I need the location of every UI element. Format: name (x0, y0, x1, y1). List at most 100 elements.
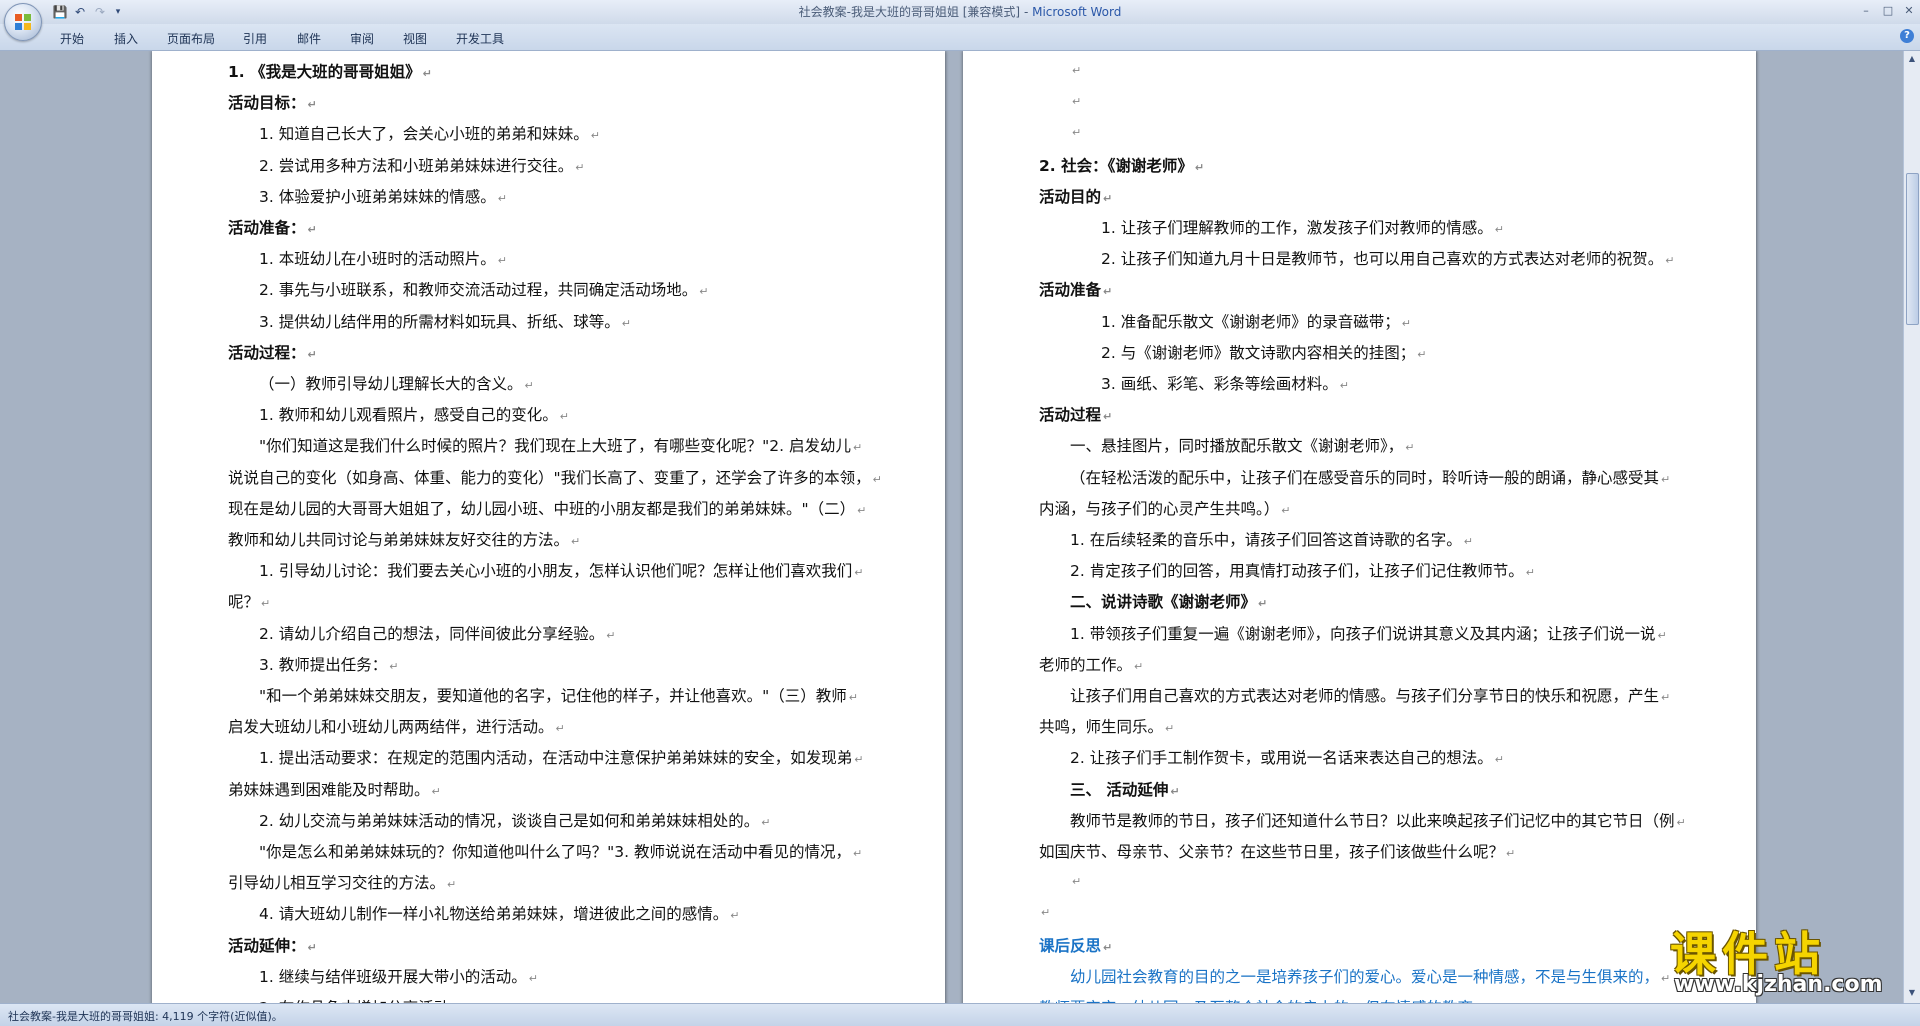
paragraph-mark-icon: ↵ (1194, 160, 1205, 174)
document-line: 1. 引导幼儿讨论：我们要去关心小班的小朋友，怎样认识他们呢？怎样让他们喜欢我们… (259, 559, 863, 581)
close-button[interactable]: ✕ (1899, 2, 1919, 20)
document-line: 活动准备 ↵ (1039, 278, 1112, 300)
line-text: 一、悬挂图片，同时播放配乐散文《谢谢老师》， (1070, 437, 1404, 456)
document-line: 4. 请大班幼儿制作一样小礼物送给弟弟妹妹，增进彼此之间的感情。 ↵ (259, 902, 739, 924)
document-line: 教师和幼儿共同讨论与弟弟妹妹友好交往的方法。 ↵ (228, 528, 580, 550)
document-line: 现在是幼儿园的大哥哥大姐姐了，幼儿园小班、中班的小朋友都是我们的弟弟妹妹。"（二… (228, 497, 866, 519)
line-text: "和一个弟弟妹妹交朋友，要知道他的名字，记住他的样子，并让他喜欢。"（三）教师 (259, 687, 847, 705)
document-line: 说说自己的变化（如身高、体重、能力的变化）"我们长高了、变重了，还学会了许多的本… (228, 466, 882, 488)
line-text: 活动过程 (1039, 406, 1102, 425)
line-text: 3. 画纸、彩笔、彩条等绘画材料。 (1101, 375, 1338, 393)
paragraph-mark-icon: ↵ (307, 347, 317, 361)
ribbon-tabs: 开始 插入 页面布局 引用 邮件 审阅 视图 开发工具 ? (0, 24, 1920, 51)
line-text: （在轻松活泼的配乐中，让孩子们在感受音乐的同时，聆听诗一般的朗诵，静心感受其 (1070, 468, 1660, 487)
line-text: 1. 提出活动要求：在规定的范围内活动，在活动中注意保护弟弟妹妹的安全，如发现弟 (259, 749, 853, 768)
document-line: 1. 让孩子们理解教师的工作，激发孩子们对教师的情感。 ↵ (1101, 216, 1504, 238)
scroll-up-arrow-icon[interactable]: ▲ (1906, 53, 1918, 65)
document-line: 2. 让孩子们知道九月十日是教师节，也可以用自己喜欢的方式表达对老师的祝贺。 ↵ (1101, 247, 1674, 269)
line-text: "你们知道这是我们什么时候的照片？我们现在上大班了，有哪些变化呢？"2. 启发幼… (259, 437, 851, 456)
document-line: 1. 本班幼儿在小班时的活动照片。 ↵ (259, 247, 507, 269)
line-text: 让孩子们用自己喜欢的方式表达对老师的情感。与孩子们分享节日的快乐和祝愿，产生 (1070, 687, 1660, 705)
document-line: 2. 尝试用多种方法和小班弟弟妹妹进行交往。 ↵ (259, 154, 584, 176)
document-line: 2. 肯定孩子们的回答，用真情打动孩子们，让孩子们记住教师节。 ↵ (1070, 559, 1535, 581)
paragraph-mark-icon: ↵ (1405, 441, 1415, 455)
line-text: 2. 肯定孩子们的回答，用真情打动孩子们，让孩子们记住教师节。 (1070, 562, 1524, 581)
tab-page-layout[interactable]: 页面布局 (167, 30, 215, 47)
line-text: 4. 请大班幼儿制作一样小礼物送给弟弟妹妹，增进彼此之间的感情。 (259, 905, 729, 924)
document-line: 1. 准备配乐散文《谢谢老师》的录音磁带； ↵ (1101, 310, 1411, 332)
vertical-scrollbar[interactable]: ▲ ▼ (1903, 51, 1920, 1003)
line-text: 活动目标： (228, 94, 306, 113)
document-line: 引导幼儿相互学习交往的方法。 ↵ (228, 871, 456, 893)
paragraph-mark-icon: ↵ (1525, 566, 1535, 580)
paragraph-mark-icon: ↵ (497, 254, 507, 268)
paragraph-mark-icon: ↵ (1103, 940, 1113, 954)
paragraph-mark-icon: ↵ (872, 472, 882, 486)
document-line: ↵ (1039, 902, 1050, 920)
document-line: 弟妹妹遇到困难能及时帮助。 ↵ (228, 778, 441, 800)
maximize-button[interactable]: □ (1878, 2, 1898, 20)
paragraph-mark-icon: ↵ (606, 628, 616, 642)
tab-view[interactable]: 视图 (403, 30, 427, 47)
document-page-1[interactable]: 1. 《我是大班的哥哥姐姐》 ↵ 活动目标： ↵ 1. 知道自己长大了，会关心小班的弟弟… (152, 51, 945, 1003)
document-line: （在轻松活泼的配乐中，让孩子们在感受音乐的同时，聆听诗一般的朗诵，静心感受其 ↵ (1070, 466, 1670, 488)
paragraph-mark-icon: ↵ (307, 223, 317, 236)
document-line: 内涵，与孩子们的心灵产生共鸣。） ↵ (1039, 497, 1290, 519)
tab-mailings[interactable]: 邮件 (297, 30, 321, 47)
line-text: 现在是幼儿园的大哥哥大姐姐了，幼儿园小班、中班的小朋友都是我们的弟弟妹妹。"（二… (228, 499, 856, 518)
line-text: 1. 教师和幼儿观看照片，感受自己的变化。 (259, 406, 558, 425)
office-button[interactable] (4, 3, 42, 41)
help-icon[interactable]: ? (1900, 29, 1914, 43)
paragraph-mark-icon: ↵ (1463, 535, 1473, 548)
tab-review[interactable]: 审阅 (350, 30, 374, 47)
paragraph-mark-icon: ↵ (422, 67, 432, 80)
document-line: 启发大班幼儿和小班幼儿两两结伴，进行活动。 ↵ (228, 715, 565, 737)
document-line: ↵ (1070, 60, 1081, 78)
document-line: 呢？ ↵ (228, 590, 270, 612)
paragraph-mark-icon: ↵ (447, 878, 457, 892)
line-text: 2. 社会：《谢谢老师》 (1039, 156, 1193, 175)
line-text: 弟妹妹遇到困难能及时帮助。 (228, 780, 430, 799)
line-text: 2. 与《谢谢老师》散文诗歌内容相关的挂图； (1101, 343, 1416, 362)
document-line: 3. 提供幼儿结伴用的所需材料如玩具、折纸、球等。 ↵ (259, 310, 631, 332)
paragraph-mark-icon: ↵ (1661, 472, 1671, 486)
scrollbar-thumb[interactable] (1906, 173, 1919, 325)
document-line: 共鸣，师生同乐。 ↵ (1039, 715, 1174, 737)
tab-developer[interactable]: 开发工具 (456, 30, 504, 47)
document-line: 1. 带领孩子们重复一遍《谢谢老师》，向孩子们说讲其意义及其内涵；让孩子们说一说… (1070, 622, 1667, 644)
paragraph-mark-icon: ↵ (1657, 628, 1667, 642)
line-text: 1. 带领孩子们重复一遍《谢谢老师》，向孩子们说讲其意义及其内涵；让孩子们说一说 (1070, 624, 1656, 643)
paragraph-mark-icon: ↵ (1072, 875, 1082, 889)
paragraph-mark-icon: ↵ (1417, 347, 1427, 361)
document-title: 社会教案-我是大班的哥哥姐姐 [兼容模式] (798, 5, 1021, 19)
line-text: 3. 体验爱护小班弟弟妹妹的情感。 (259, 187, 496, 206)
paragraph-mark-icon: ↵ (1072, 64, 1082, 77)
paragraph-mark-icon: ↵ (1134, 659, 1144, 673)
document-line: 活动准备： ↵ (228, 216, 317, 238)
line-text: 活动准备 (1039, 281, 1102, 300)
title-separator: - (1020, 5, 1033, 19)
paragraph-mark-icon: ↵ (389, 659, 399, 673)
line-text: 3. 教师提出任务： (259, 655, 388, 674)
minimize-button[interactable]: – (1856, 2, 1876, 20)
tab-insert[interactable]: 插入 (114, 30, 138, 47)
document-line: 二、说讲诗歌《谢谢老师》 ↵ (1070, 590, 1267, 612)
document-workspace: 1. 《我是大班的哥哥姐姐》 ↵ 活动目标： ↵ 1. 知道自己长大了，会关心小班的弟弟… (0, 51, 1904, 1003)
line-text: 2. 请幼儿介绍自己的想法，同伴间彼此分享经验。 (259, 624, 605, 643)
paragraph-mark-icon: ↵ (559, 410, 569, 424)
document-line: 幼儿园社会教育的目的之一是培养孩子们的爱心。爱心是一种情感，不是与生俱来的， ↵ (1070, 965, 1670, 987)
document-line: ↵ (1070, 871, 1081, 889)
document-line: 2. 请幼儿介绍自己的想法，同伴间彼此分享经验。 ↵ (259, 622, 615, 644)
document-page-2[interactable]: ↵ ↵ ↵ 2. 社会：《谢谢老师》 ↵ 活动目的 ↵ 1. 让孩子们理解教师的工作，激发孩子… (963, 51, 1756, 1003)
status-bar: 社会教案-我是大班的哥哥姐姐: 4,119 个字符(近似值)。 (0, 1003, 1920, 1026)
paragraph-mark-icon: ↵ (524, 379, 534, 392)
paragraph-mark-icon: ↵ (848, 691, 858, 704)
document-line: ↵ (1070, 122, 1081, 140)
paragraph-mark-icon: ↵ (852, 441, 863, 455)
line-text: 呢？ (228, 593, 260, 612)
line-text: 2. 事先与小班联系，和教师交流活动过程，共同确定活动场地。 (259, 281, 698, 300)
paragraph-mark-icon: ↵ (1103, 285, 1113, 299)
tab-references[interactable]: 引用 (243, 30, 267, 47)
document-line: 活动目标： ↵ (228, 91, 317, 113)
tab-home[interactable]: 开始 (60, 30, 84, 47)
